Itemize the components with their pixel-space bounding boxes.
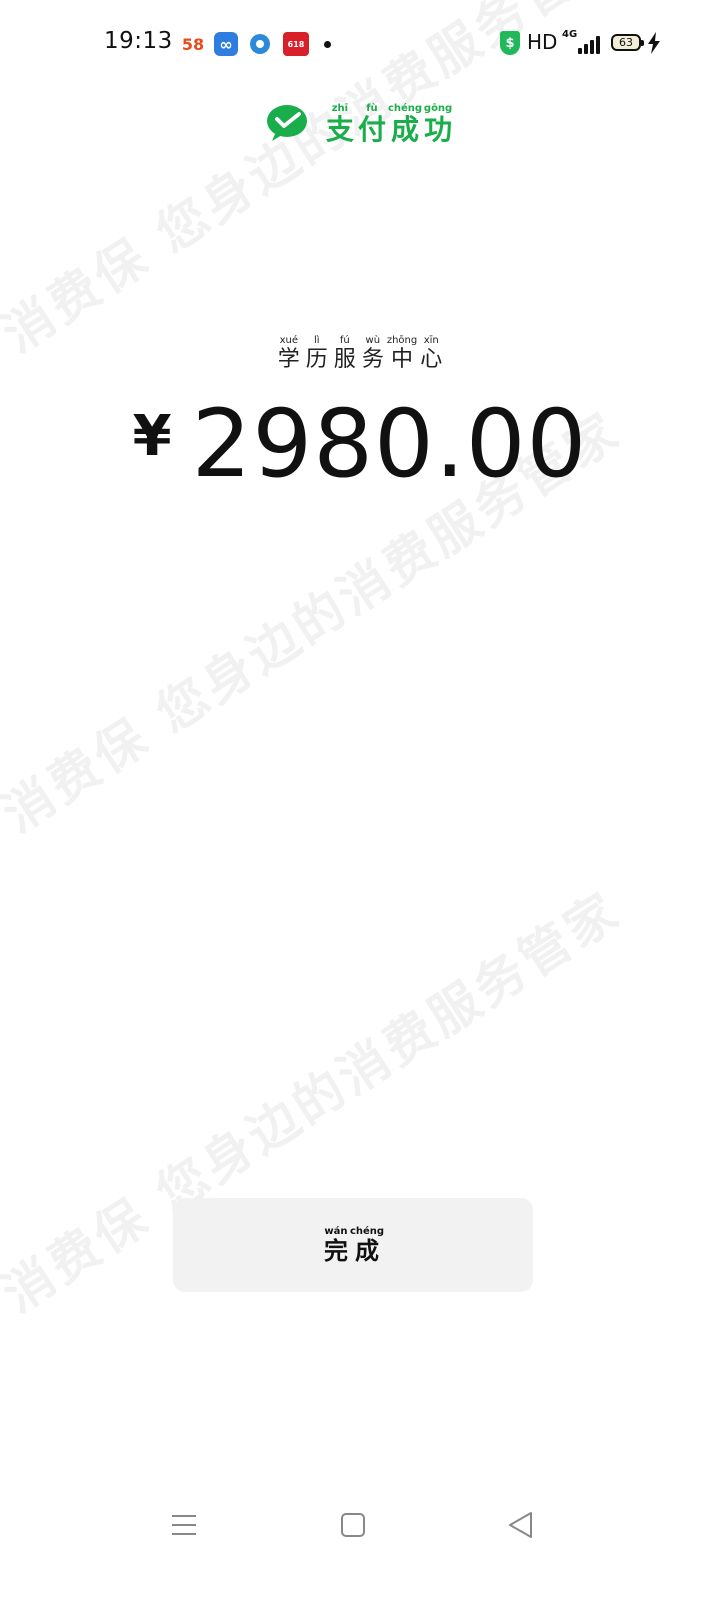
merchant-char: wù 务 [359, 336, 387, 371]
battery-level: 63 [619, 36, 633, 49]
status-time: 19:13 [104, 28, 173, 54]
amount-value: 2980.00 [191, 390, 588, 499]
title-char: chéng 成 [388, 104, 422, 144]
title-char: zhī 支 [324, 104, 356, 144]
merchant-hanzi: 服 [333, 347, 356, 372]
payment-success-header: zhī 支 fù 付 chéng 成 gōng 功 [0, 104, 720, 144]
merchant-char: xīn 心 [417, 336, 445, 371]
home-icon[interactable] [340, 1512, 366, 1538]
status-bar: 19:13 58 ∞ 618 $ HD 4G 63 [0, 26, 720, 62]
infinity-app-icon: ∞ [214, 32, 238, 56]
merchant-hanzi: 务 [361, 347, 384, 372]
618-app-label: 618 [287, 39, 305, 49]
shield-icon: $ [500, 31, 520, 55]
title-char: fù 付 [356, 104, 388, 144]
done-hanzi: 成 [354, 1237, 379, 1265]
hd-label: HD [527, 30, 558, 54]
title-hanzi: 成 [391, 113, 420, 146]
done-button-label: wán 完 chéng 成 [322, 1226, 385, 1265]
payment-success-title: zhī 支 fù 付 chéng 成 gōng 功 [324, 104, 454, 144]
merchant-pinyin: xué [279, 335, 298, 346]
signal-icon [572, 34, 600, 54]
wechat-pay-check-icon [266, 105, 307, 141]
618-app-icon: 618 [283, 32, 309, 56]
merchant-hanzi: 学 [277, 347, 300, 372]
title-hanzi: 功 [424, 113, 453, 146]
merchant-char: zhōng 中 [387, 336, 417, 371]
charging-bolt-icon [648, 32, 660, 54]
merchant-name-text: xué 学 lì 历 fú 服 wù 务 zhōng 中 xīn 心 [275, 336, 445, 371]
merchant-char: xué 学 [275, 336, 303, 371]
done-char: chéng 成 [349, 1226, 385, 1265]
merchant-pinyin: xīn [423, 335, 439, 346]
payment-amount: ¥ 2980.00 [0, 398, 720, 492]
more-notifications-dot-icon [324, 41, 331, 48]
merchant-pinyin: fú [339, 335, 350, 346]
system-navigation-bar [0, 1500, 720, 1550]
merchant-char: fú 服 [331, 336, 359, 371]
done-button[interactable]: wán 完 chéng 成 [173, 1198, 533, 1292]
merchant-hanzi: 中 [391, 347, 414, 372]
merchant-hanzi: 心 [420, 347, 443, 372]
merchant-hanzi: 历 [305, 347, 328, 372]
circle-app-icon [250, 34, 270, 54]
merchant-pinyin: wù [365, 335, 381, 346]
58-app-icon: 58 [181, 32, 205, 56]
done-hanzi: 完 [323, 1237, 348, 1265]
merchant-pinyin: lì [314, 335, 320, 346]
watermark-layer: 消费保 您身边的消费服务管家 消费保 您身边的消费服务管家 消费保 您身边的消费… [0, 0, 720, 1600]
title-char: gōng 功 [422, 104, 454, 144]
done-pinyin: wán [324, 1226, 348, 1237]
battery-icon: 63 [611, 34, 644, 51]
done-pinyin: chéng [349, 1226, 385, 1237]
back-icon[interactable] [506, 1510, 534, 1540]
title-hanzi: 付 [357, 113, 386, 146]
58-app-label: 58 [181, 34, 205, 54]
done-char: wán 完 [322, 1226, 350, 1265]
merchant-char: lì 历 [303, 336, 331, 371]
merchant-name: xué 学 lì 历 fú 服 wù 务 zhōng 中 xīn 心 [0, 336, 720, 371]
currency-symbol: ¥ [132, 404, 172, 469]
merchant-pinyin: zhōng [386, 335, 418, 346]
menu-icon[interactable] [170, 1512, 198, 1538]
title-hanzi: 支 [325, 113, 354, 146]
